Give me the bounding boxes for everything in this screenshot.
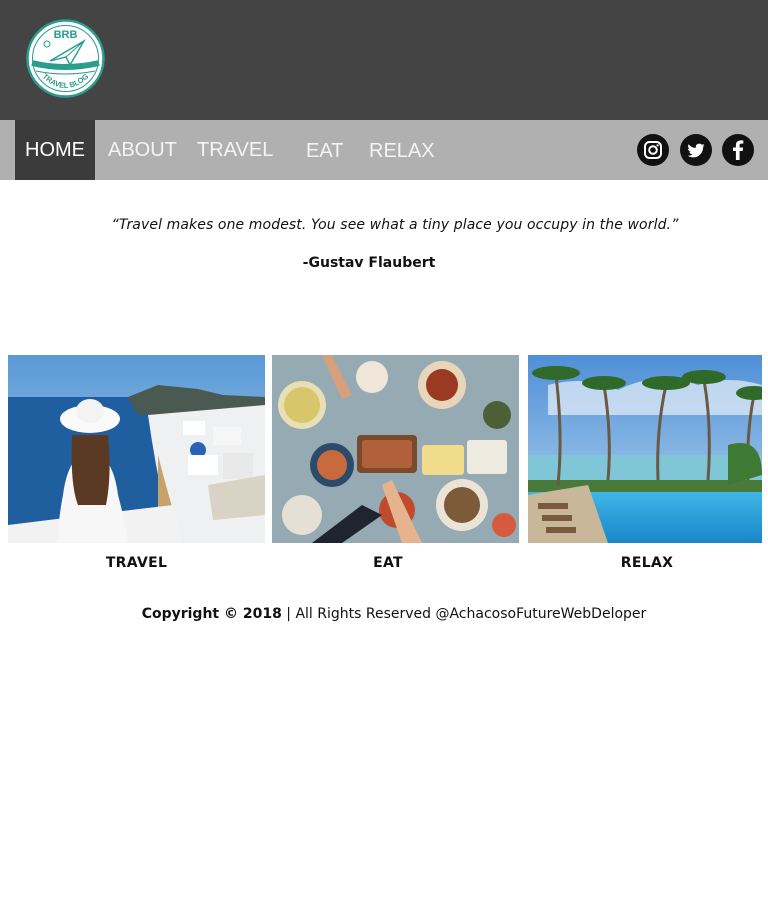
travel-image[interactable] — [8, 355, 265, 543]
quote-author: -Gustav Flaubert — [302, 255, 436, 271]
nav-home[interactable]: HOME — [15, 120, 95, 180]
brb-logo[interactable]: BRB TRAVEL BLOG — [26, 19, 105, 98]
site-footer: Copyright © 2018 | All Rights Reserved @… — [0, 606, 768, 622]
eat-image[interactable] — [272, 355, 519, 543]
nav-travel[interactable]: TRAVEL — [197, 120, 273, 180]
logo-title: BRB — [54, 29, 78, 41]
eat-card-label[interactable]: EAT — [272, 555, 504, 571]
relax-image[interactable] — [528, 355, 762, 543]
relax-card-label[interactable]: RELAX — [528, 555, 766, 571]
nav-eat[interactable]: EAT — [306, 121, 343, 181]
nav-about[interactable]: ABOUT — [108, 120, 177, 180]
nav-relax[interactable]: RELAX — [369, 121, 435, 181]
instagram-icon[interactable] — [637, 134, 669, 166]
twitter-icon[interactable] — [680, 134, 712, 166]
site-header: BRB TRAVEL BLOG — [0, 0, 768, 120]
facebook-icon[interactable] — [722, 134, 754, 166]
travel-card-label[interactable]: TRAVEL — [8, 555, 265, 571]
rights-text: | All Rights Reserved @AchacosoFutureWeb… — [281, 606, 647, 622]
travel-quote: “Travel makes one modest. You see what a… — [111, 217, 679, 233]
copyright-text: Copyright © 2018 — [141, 606, 282, 622]
